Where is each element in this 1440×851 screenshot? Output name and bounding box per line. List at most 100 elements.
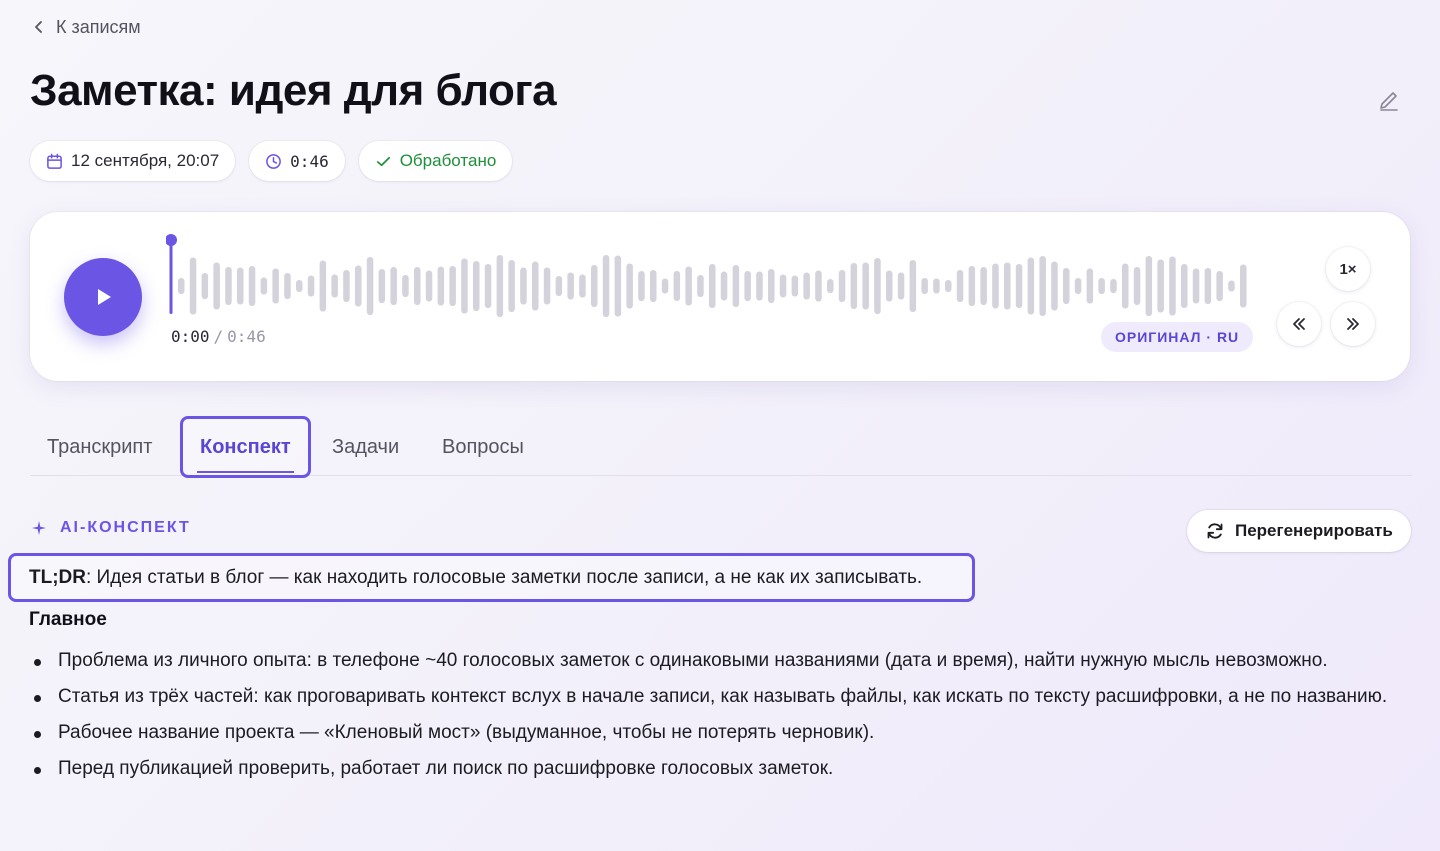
waveform-bar [1181,264,1188,308]
playhead-handle[interactable] [166,234,177,246]
waveform-bar [284,273,291,299]
waveform-bar [484,264,492,308]
playback-speed-button[interactable]: 1× [1326,247,1370,291]
language-badge: ОРИГИНАЛ · RU [1101,322,1254,352]
chevron-left-icon [35,21,42,33]
forward-button[interactable] [1331,302,1375,346]
waveform-bar [709,264,716,308]
waveform-bar [1192,268,1200,304]
date-value: 12 сентября, 20:07 [71,151,220,170]
date-chip: 12 сентября, 20:07 [30,141,236,181]
tab-questions[interactable]: Вопросы [425,416,541,478]
waveform-bar [508,260,515,312]
waveform-bar [543,267,551,305]
waveform-bar [945,280,952,292]
rewind-button[interactable] [1277,302,1321,346]
waveform-bar [886,270,893,302]
waveform-bar [992,263,999,309]
waveform-bar [355,265,362,307]
regenerate-button[interactable]: Перегенерировать [1187,510,1411,552]
waveform-bar [402,275,409,297]
waveform-bar [602,255,610,317]
back-link-label: К записям [56,16,141,37]
calendar-icon [47,153,62,169]
waveform-bar [378,269,386,303]
waveform-bar [366,257,374,315]
tab-summary[interactable]: Конспект [180,416,311,478]
waveform-bar [1145,256,1153,316]
list-item: Проблема из личного опыта: в телефоне ~4… [30,645,1410,677]
edit-button[interactable] [1376,88,1402,114]
waveform-bar [791,275,799,297]
waveform-bar [921,278,928,294]
waveform-bar [933,278,940,294]
waveform-bar [567,272,574,300]
waveform-bar [685,266,692,306]
ai-summary-label: AI-КОНСПЕКТ [32,519,191,537]
chevrons-left-icon [1293,318,1305,330]
back-link[interactable]: К записям [32,14,141,40]
tab-tasks[interactable]: Задачи [315,416,416,478]
play-button[interactable] [64,258,142,336]
waveform-bar [237,267,244,305]
waveform-bar [803,272,810,300]
waveform-bar [1004,262,1011,310]
waveform-bar [862,262,869,310]
waveform-bar [850,263,858,309]
current-time: 0:00 [171,327,210,346]
ai-summary-label-text: AI-КОНСПЕКТ [60,519,191,536]
waveform-bar [697,275,704,297]
waveform-bar [532,261,539,311]
waveform-bar [201,273,209,299]
content-tabs: Транскрипт Конспект Задачи Вопросы [30,416,1412,478]
waveform-bar [909,260,917,312]
waveform-bar [1074,278,1082,294]
waveform-bar [756,271,763,301]
waveform-bar [661,278,669,294]
waveform-bar [815,270,822,302]
waveform-bar [1216,271,1223,301]
tldr-text: : Идея статьи в блог — как находить голо… [85,566,923,588]
tab-transcript[interactable]: Транскрипт [30,416,169,478]
waveform-bar [307,275,315,297]
waveform-bar [591,265,598,307]
waveform-bar [248,266,256,306]
total-time: 0:46 [227,327,266,346]
waveform-bar [520,267,527,305]
waveform-bar [1133,267,1141,305]
waveform-bar [425,270,433,302]
waveform-bar [213,262,220,310]
waveform-bar [390,267,397,305]
waveform-scrubber[interactable] [166,234,1250,334]
waveform-bar [272,268,279,304]
meta-chips: 12 сентября, 20:07 0:46 Обработано [30,141,513,181]
waveform-bar [838,270,846,302]
waveform-bar [343,270,350,302]
main-points-list: Проблема из личного опыта: в телефоне ~4… [30,645,1410,789]
waveform-bar [437,266,445,306]
list-item: Рабочее название проекта — «Кленовый мос… [30,717,1410,749]
waveform-bar [1098,278,1105,294]
time-display: 0:00/0:46 [171,327,266,346]
waveform-bar [1228,280,1235,292]
waveform-bar [1204,268,1212,304]
waveform-bar [178,278,185,294]
waveform-bar [225,267,232,305]
waveform-bar [1110,279,1117,293]
waveform-bar [331,274,338,298]
audio-player: 0:00/0:46 ОРИГИНАЛ · RU 1× [30,212,1410,381]
waveform-bar [673,271,681,301]
waveform-bar [732,265,740,307]
duration-value: 0:46 [290,151,329,171]
status-label: Обработано [399,151,497,170]
list-item: Перед публикацией проверить, работает ли… [30,753,1410,785]
waveform-bar [319,260,327,312]
waveform-bar [968,266,976,306]
tldr-block: TL;DR: Идея статьи в блог — как находить… [8,553,975,602]
waveform-bar [1240,264,1247,308]
sparkle-icon [32,521,46,535]
playhead-line [169,240,173,314]
waveform-bar [296,280,303,292]
tldr-label: TL;DR [29,566,86,588]
regenerate-label: Перегенерировать [1235,521,1393,540]
